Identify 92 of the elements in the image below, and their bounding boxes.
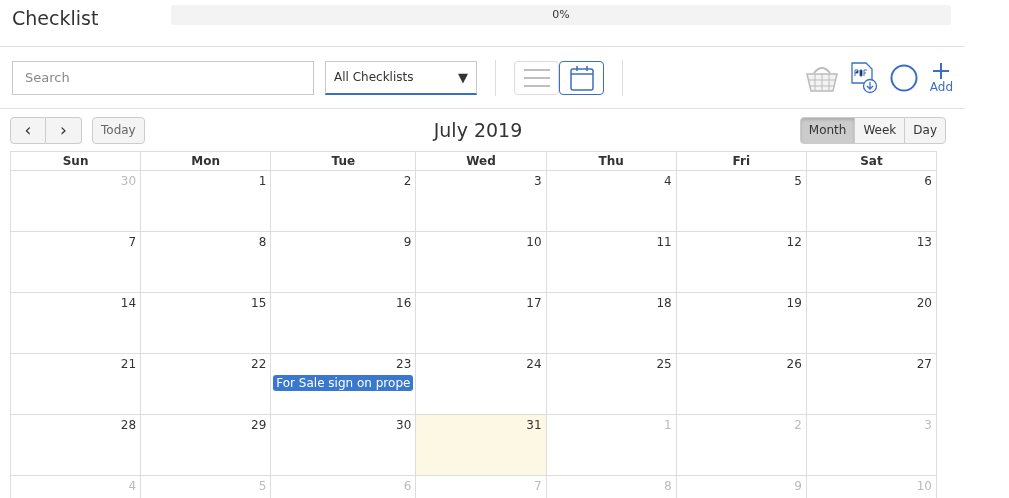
day-cell[interactable]: 16 [271, 293, 417, 354]
day-cell[interactable]: 26 [676, 354, 807, 415]
circle-icon[interactable] [889, 63, 918, 92]
day-number: 5 [794, 174, 803, 188]
day-number: 2 [403, 174, 413, 188]
day-cell[interactable]: 24 [416, 354, 547, 415]
plus-icon [932, 61, 951, 80]
day-cell[interactable]: 23 For Sale sign on prope [271, 354, 417, 415]
day-cell[interactable]: 20 [806, 293, 937, 354]
day-cell[interactable]: 31 [416, 415, 547, 476]
day-cell[interactable]: 6 [806, 171, 937, 232]
day-cell[interactable]: 18 [546, 293, 677, 354]
day-cell[interactable]: 9 [271, 232, 417, 293]
view-mode-button[interactable]: Week [854, 116, 906, 144]
day-cell[interactable]: 15 [141, 293, 272, 354]
day-cell[interactable]: 17 [416, 293, 547, 354]
day-number: 30 [396, 418, 413, 432]
day-number: 4 [128, 479, 138, 493]
day-cell[interactable]: 19 [676, 293, 807, 354]
day-number: 10 [526, 235, 543, 249]
day-number: 19 [786, 296, 803, 310]
view-mode-button[interactable]: Month [799, 116, 856, 144]
day-number: 2 [794, 418, 803, 432]
day-cell[interactable]: 21 [11, 354, 142, 415]
day-number: 29 [251, 418, 268, 432]
day-cell[interactable]: 7 [11, 232, 142, 293]
day-number: 7 [533, 479, 543, 493]
day-number: 5 [258, 479, 268, 493]
day-number: 9 [794, 479, 803, 493]
day-number: 21 [120, 357, 138, 371]
day-number: 30 [120, 174, 138, 188]
month-title: July 2019 [433, 119, 523, 141]
day-cell[interactable]: 14 [11, 293, 142, 354]
day-cell[interactable]: 12 [676, 232, 807, 293]
add-button[interactable]: Add [929, 61, 953, 94]
page-title: Checklist [11, 6, 100, 29]
day-number: 20 [916, 296, 933, 310]
search-field[interactable]: Search [12, 60, 314, 95]
day-cell[interactable]: 10 [416, 232, 547, 293]
day-number: 11 [656, 235, 673, 249]
day-number: 9 [403, 235, 413, 249]
pdf-download-icon[interactable] [849, 61, 878, 94]
day-number: 4 [664, 174, 673, 188]
day-cell[interactable]: 8 [141, 232, 272, 293]
view-mode-button[interactable]: Day [904, 116, 946, 144]
day-number: 17 [526, 296, 543, 310]
day-number: 22 [251, 357, 268, 371]
day-cell[interactable]: 2 [271, 171, 417, 232]
day-number: 10 [916, 479, 933, 493]
day-cell[interactable]: 4 [546, 171, 677, 232]
day-number: 8 [664, 479, 673, 493]
day-number: 27 [916, 357, 933, 371]
next-button[interactable]: › [46, 116, 82, 144]
day-number: 1 [258, 174, 268, 188]
day-cell[interactable]: 11 [546, 232, 677, 293]
progress-reading: 0% [551, 8, 571, 21]
day-number: 18 [656, 296, 673, 310]
day-number: 26 [786, 357, 803, 371]
checklist-dropdown[interactable]: All Checklists ▼ [325, 60, 477, 95]
day-cell[interactable]: 29 [141, 415, 272, 476]
day-number: 7 [128, 235, 138, 249]
day-number: 3 [533, 174, 543, 188]
day-number: 31 [526, 418, 543, 432]
day-cell[interactable]: 25 [546, 354, 677, 415]
day-cell[interactable]: 22 [141, 354, 272, 415]
day-number: 14 [120, 296, 138, 310]
menu-icon [522, 67, 551, 88]
day-number: 13 [916, 235, 933, 249]
day-cell[interactable]: 5 [676, 171, 807, 232]
day-number: 6 [403, 479, 413, 493]
day-number: 24 [526, 357, 543, 371]
day-cell[interactable]: 30 [271, 415, 417, 476]
calendar-event[interactable]: For Sale sign on prope [273, 375, 414, 391]
day-number: 16 [396, 296, 413, 310]
day-cell[interactable]: 3 [416, 171, 547, 232]
day-number: 12 [786, 235, 803, 249]
day-number: 1 [664, 418, 673, 432]
day-number: 25 [656, 357, 673, 371]
previous-button[interactable]: ‹ [10, 116, 46, 144]
day-number: 23 [396, 357, 413, 371]
day-cell[interactable]: 13 [806, 232, 937, 293]
day-number: 15 [251, 296, 268, 310]
day-number: 28 [120, 418, 138, 432]
calendar-view-button[interactable] [559, 60, 604, 95]
day-number: 3 [924, 418, 933, 432]
day-cell[interactable]: 1 [141, 171, 272, 232]
today-button[interactable]: Today [92, 116, 145, 144]
day-cell[interactable]: 27 [806, 354, 937, 415]
day-number: 8 [258, 235, 268, 249]
day-number: 6 [924, 174, 933, 188]
calendar-icon [569, 64, 594, 91]
day-cell[interactable]: 28 [11, 415, 142, 476]
